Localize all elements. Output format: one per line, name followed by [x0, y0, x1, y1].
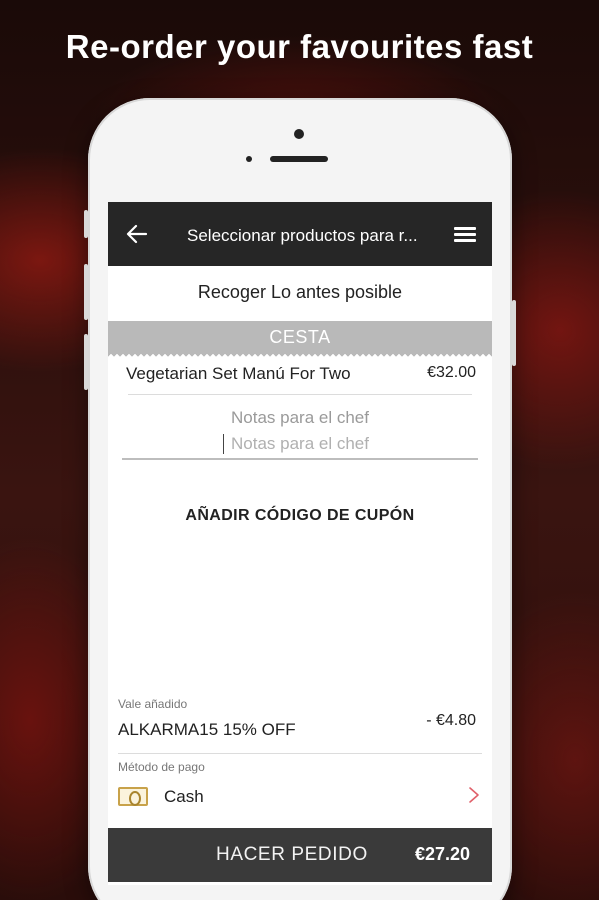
promo-headline: Re-order your favourites fast: [65, 28, 534, 65]
cash-icon: [118, 787, 148, 806]
phone-volume-up-button: [84, 264, 88, 320]
arrow-left-icon[interactable]: [126, 223, 148, 245]
earpiece-speaker: [270, 156, 328, 162]
divider: [128, 394, 472, 395]
phone-power-button: [512, 300, 516, 366]
chef-notes-label: Notas para el chef: [231, 408, 369, 427]
add-coupon-button[interactable]: AÑADIR CÓDIGO DE CUPÓN: [108, 507, 492, 525]
text-cursor: [223, 434, 224, 454]
app-bar: Seleccionar productos para r...: [108, 202, 492, 266]
phone-side-button: [84, 210, 88, 238]
page-title: Seleccionar productos para r...: [187, 226, 418, 245]
basket-item-price: €32.00: [427, 364, 476, 381]
basket-header: CESTA: [108, 321, 492, 353]
pickup-time-label[interactable]: Recoger Lo antes posible: [108, 282, 492, 303]
place-order-button[interactable]: HACER PEDIDO €27.20: [108, 828, 492, 882]
front-camera: [294, 129, 304, 139]
app-screen: Seleccionar productos para r... Recoger …: [108, 202, 492, 885]
basket-header-edge: [108, 353, 492, 359]
proximity-sensor: [246, 156, 252, 162]
voucher-code: ALKARMA15 15% OFF: [118, 720, 296, 739]
divider: [118, 753, 482, 754]
order-total: €27.20: [414, 844, 470, 864]
chevron-right-icon[interactable]: [466, 785, 482, 805]
basket-item-name: Vegetarian Set Manú For Two: [126, 364, 351, 383]
payment-method-label: Cash: [164, 787, 204, 806]
phone-frame: Seleccionar productos para r... Recoger …: [84, 98, 516, 900]
place-order-label: HACER PEDIDO: [216, 844, 368, 865]
basket-item[interactable]: Vegetarian Set Manú For Two €32.00: [126, 364, 476, 388]
chef-notes-input[interactable]: [122, 430, 478, 460]
payment-method-caption: Método de pago: [118, 760, 205, 774]
payment-method-selector[interactable]: Cash: [108, 782, 492, 812]
phone-volume-down-button: [84, 334, 88, 390]
hamburger-menu-icon[interactable]: [454, 227, 476, 243]
voucher-caption: Vale añadido: [118, 697, 188, 711]
voucher-discount-amount: - €4.80: [426, 712, 476, 729]
